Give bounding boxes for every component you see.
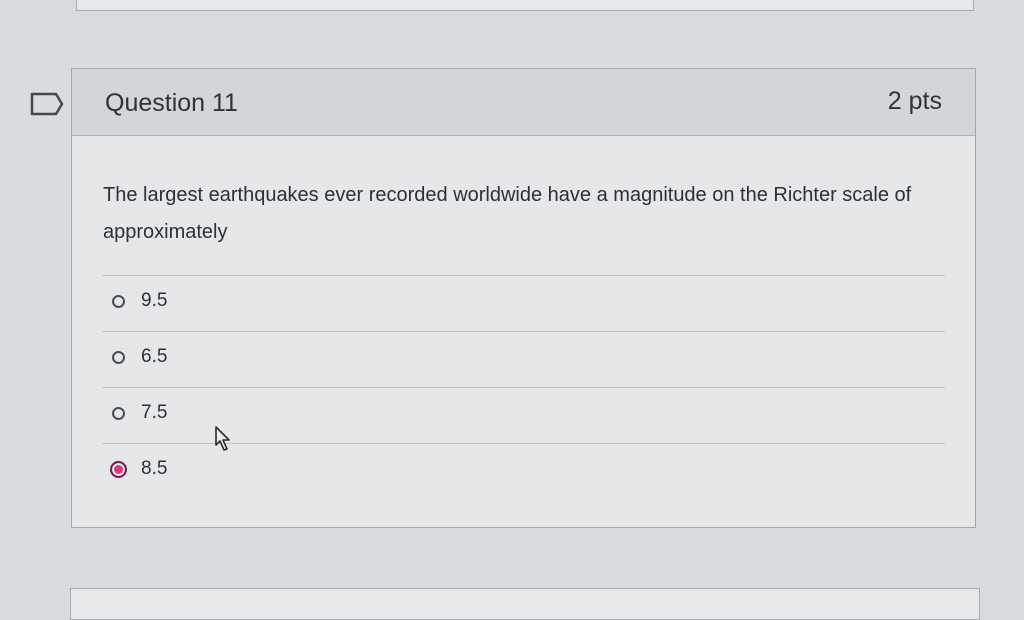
answer-label[interactable]: 9.5 <box>141 290 167 312</box>
answer-label[interactable]: 8.5 <box>141 458 167 480</box>
question-header: Question 11 2 pts <box>72 69 975 136</box>
question-text: The largest earthquakes ever recorded wo… <box>103 184 912 243</box>
answer-option[interactable]: 6.5 <box>102 331 945 387</box>
radio-button-selected[interactable] <box>110 461 127 478</box>
radio-button[interactable] <box>112 295 125 308</box>
question-points: 2 pts <box>887 87 942 115</box>
answer-label[interactable]: 7.5 <box>141 402 167 424</box>
answer-option[interactable]: 9.5 <box>102 275 945 331</box>
question-title: Question 11 <box>105 89 238 117</box>
radio-button[interactable] <box>112 351 125 364</box>
previous-question-card <box>76 0 974 11</box>
radio-button[interactable] <box>112 407 125 420</box>
answer-label[interactable]: 6.5 <box>141 346 167 368</box>
next-question-card <box>70 588 980 620</box>
mouse-pointer-icon <box>215 426 230 451</box>
flag-question-icon[interactable] <box>30 92 64 116</box>
question-card: Question 11 2 pts The largest earthquake… <box>71 68 976 528</box>
answer-list: 9.5 6.5 7.5 8.5 <box>72 275 975 499</box>
